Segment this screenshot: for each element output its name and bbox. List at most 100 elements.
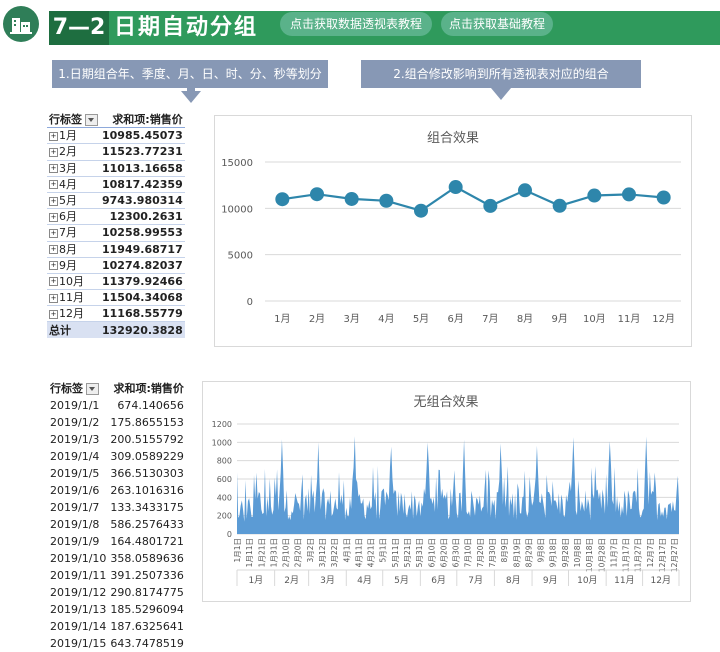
pivot-row-label-cell: +9月: [47, 257, 100, 274]
x-tick-label: 6月: [447, 313, 463, 325]
y-tick-label: 200: [217, 512, 232, 521]
pivot2-row-value: 164.4801721: [110, 535, 184, 548]
pivot2-row-value: 185.5296094: [110, 603, 184, 616]
expand-icon[interactable]: +: [49, 180, 58, 190]
callout-left: 1.日期组合年、季度、月、日、时、分、秒等划分: [52, 60, 328, 88]
expand-icon[interactable]: +: [49, 277, 58, 287]
expand-icon[interactable]: +: [49, 131, 58, 141]
pivot2-row-value: 200.5155792: [110, 433, 184, 446]
pivot2-row[interactable]: 2019/1/3 200.5155792: [48, 431, 186, 448]
data-point: [656, 190, 671, 205]
expand-icon[interactable]: +: [49, 147, 58, 157]
pivot-row-label-cell: +3月: [47, 160, 100, 177]
pivot-row-label-cell: +2月: [47, 143, 100, 161]
chart-title: 无组合效果: [413, 395, 478, 410]
pivot2-row[interactable]: 2019/1/6 263.1016316: [48, 482, 186, 499]
x-tick-label: 9月28日: [561, 538, 570, 567]
pivot-row[interactable]: +6月 12300.2631: [47, 208, 185, 226]
x-tick-label: 4月1日: [342, 538, 351, 563]
pivot2-row[interactable]: 2019/1/8 586.2576433: [48, 516, 186, 533]
expand-icon[interactable]: +: [49, 196, 58, 206]
pivot-row-label: 12月: [59, 307, 84, 321]
pivot-row-value: 11504.34068: [100, 289, 185, 307]
x-tick-label: 6月20日: [439, 538, 448, 567]
pivot-row-value: 11168.55779: [100, 305, 185, 323]
x-tick-label: 3月12日: [318, 538, 327, 567]
x-tick-label: 5月31日: [415, 538, 424, 567]
pivot-row-label-cell: +7月: [47, 224, 100, 242]
x-tick-label: 6月10日: [427, 538, 436, 567]
pivot-row[interactable]: +1月 10985.45073: [47, 127, 185, 145]
pivot2-row[interactable]: 2019/1/9 164.4801721: [48, 533, 186, 550]
x-tick-label: 5月11日: [391, 538, 400, 567]
pivot-row-label: 5月: [59, 194, 77, 208]
pivot-col-value: 求和项:销售价: [100, 112, 185, 129]
expand-icon[interactable]: +: [49, 245, 58, 255]
pivot2-row-value: 643.7478519: [110, 637, 184, 650]
y-tick-label: 800: [217, 457, 232, 466]
y-tick-label: 600: [217, 475, 232, 484]
pivot-row[interactable]: +10月 11379.92466: [47, 273, 185, 291]
filter-dropdown-icon[interactable]: [86, 383, 99, 395]
pivot-row[interactable]: +9月 10274.82037: [47, 257, 185, 274]
pivot2-row-label: 2019/1/8: [50, 518, 100, 531]
pivot2-row-label: 2019/1/15: [50, 637, 107, 650]
data-point: [275, 192, 290, 207]
pivot-row[interactable]: +2月 11523.77231: [47, 143, 185, 161]
pivot2-row[interactable]: 2019/1/10 358.0589636: [48, 550, 186, 567]
section-number: 7—2: [49, 11, 109, 45]
pivot-row[interactable]: +8月 11949.68717: [47, 241, 185, 258]
pivot2-row[interactable]: 2019/1/7 133.3433175: [48, 499, 186, 516]
pivot-row[interactable]: +12月 11168.55779: [47, 305, 185, 323]
x-tick-label: 10月: [583, 313, 606, 325]
month-label: 2月: [284, 575, 299, 586]
expand-icon[interactable]: +: [49, 309, 58, 319]
pivot-row[interactable]: +11月 11504.34068: [47, 289, 185, 307]
x-tick-label: 10月28日: [597, 538, 606, 572]
pivot2-row-value: 358.0589636: [110, 552, 184, 565]
pivot-row[interactable]: +4月 10817.42359: [47, 176, 185, 193]
pivot2-row-value: 187.6325641: [110, 620, 184, 633]
basic-tutorial-button[interactable]: 点击获取基础教程: [441, 12, 553, 36]
x-tick-label: 7月10日: [464, 538, 473, 567]
pivot2-row[interactable]: 2019/1/12 290.8174775: [48, 584, 186, 601]
expand-icon[interactable]: +: [49, 261, 58, 271]
expand-icon[interactable]: +: [49, 293, 58, 303]
pivot-tutorial-button[interactable]: 点击获取数据透视表教程: [280, 12, 432, 36]
expand-icon[interactable]: +: [49, 228, 58, 238]
pivot2-row[interactable]: 2019/1/1 674.140656: [48, 397, 186, 414]
x-tick-label: 12月27日: [670, 538, 679, 572]
pivot-row-label-cell: +5月: [47, 192, 100, 210]
x-tick-label: 5月21日: [403, 538, 412, 567]
x-tick-label: 12月: [652, 313, 675, 325]
pivot2-row[interactable]: 2019/1/15 643.7478519: [48, 635, 186, 652]
pivot2-row[interactable]: 2019/1/14 187.6325641: [48, 618, 186, 635]
pivot-row-label: 4月: [59, 177, 77, 191]
x-tick-label: 9月18日: [549, 538, 558, 567]
pivot2-row-value: 391.2507336: [110, 569, 184, 582]
x-tick-label: 8月19日: [512, 538, 521, 567]
x-tick-label: 2月20日: [294, 538, 303, 567]
pivot-row-value: 11379.92466: [100, 273, 185, 291]
pivot-row[interactable]: +5月 9743.980314: [47, 192, 185, 210]
x-tick-label: 11月7日: [609, 538, 618, 567]
expand-icon[interactable]: +: [49, 212, 58, 222]
header: 7—2 日期自动分组 点击获取数据透视表教程 点击获取基础教程: [0, 0, 720, 45]
month-label: 5月: [394, 575, 409, 586]
pivot-table-ungrouped: 行标签 求和项:销售价 2019/1/1 674.140656 2019/1/2 17…: [48, 380, 186, 652]
filter-dropdown-icon[interactable]: [85, 114, 98, 127]
pivot2-row[interactable]: 2019/1/11 391.2507336: [48, 567, 186, 584]
expand-icon[interactable]: +: [49, 164, 58, 174]
pivot2-row[interactable]: 2019/1/13 185.5296094: [48, 601, 186, 618]
x-tick-label: 3月: [343, 313, 359, 325]
month-label: 7月: [468, 575, 483, 586]
pivot2-row[interactable]: 2019/1/5 366.5130303: [48, 465, 186, 482]
pivot2-row[interactable]: 2019/1/4 309.0589229: [48, 448, 186, 465]
pivot2-row-label: 2019/1/5: [50, 467, 100, 480]
pivot-row[interactable]: +7月 10258.99553: [47, 224, 185, 242]
pivot-row[interactable]: +3月 11013.16658: [47, 160, 185, 177]
y-tick-label: 1200: [212, 420, 232, 429]
pivot2-row-value: 290.8174775: [110, 586, 184, 599]
pivot-row-value: 12300.2631: [100, 208, 185, 226]
pivot2-row[interactable]: 2019/1/2 175.8655153: [48, 414, 186, 431]
